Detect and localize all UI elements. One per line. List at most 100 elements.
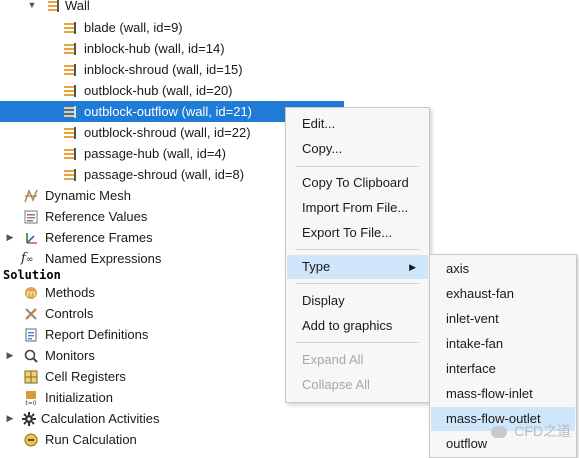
menu-item-display[interactable]: Display (287, 289, 428, 313)
submenu-item-axis[interactable]: axis (431, 257, 575, 281)
menu-item-label: Type (302, 259, 331, 274)
tree-item-label: Methods (45, 285, 95, 300)
menu-item-label: Copy... (302, 141, 343, 156)
tree-item-label: Report Definitions (45, 327, 149, 342)
run-calculation-icon (24, 433, 38, 447)
wall-boundary-icon (64, 127, 76, 139)
wall-boundary-icon (64, 22, 76, 34)
tree-item-label: passage-hub (wall, id=4) (84, 146, 226, 161)
wall-boundary-icon (64, 85, 76, 97)
menu-item-label: Display (302, 293, 345, 308)
menu-item-label: Edit... (302, 116, 336, 131)
tree-item-dynamic-mesh[interactable]: Dynamic Mesh (0, 185, 280, 206)
tree-item-label: Wall (65, 0, 90, 13)
tree-item-wall[interactable]: ▼ Wall (0, 0, 340, 16)
initialization-icon: t=0 (25, 391, 37, 406)
context-menu: Edit... Copy... Copy To Clipboard Import… (285, 107, 430, 403)
menu-item-label: interface (446, 361, 496, 376)
methods-icon: m (25, 287, 37, 300)
function-expression-icon: f∞ (21, 251, 34, 266)
menu-item-label: intake-fan (446, 336, 504, 351)
submenu-item-exhaust-fan[interactable]: exhaust-fan (431, 282, 575, 306)
menu-item-label: Import From File... (302, 200, 409, 215)
watermark-text: CFD之道 (514, 423, 571, 439)
tree-item-label: Cell Registers (45, 369, 126, 384)
tree-item-wall-zone[interactable]: inblock-hub (wall, id=14) (0, 38, 340, 59)
reference-frames-icon (26, 233, 37, 244)
cell-registers-icon (24, 370, 38, 384)
menu-item-expand-all[interactable]: Expand All (287, 348, 428, 372)
tree-item-wall-zone[interactable]: inblock-shroud (wall, id=15) (0, 59, 340, 80)
tree-item-label: blade (wall, id=9) (84, 20, 183, 35)
tree-item-methods[interactable]: m Methods (0, 282, 280, 303)
tree-item-label: Dynamic Mesh (45, 188, 131, 203)
controls-wrench-icon (25, 308, 37, 320)
tree-item-wall-zone[interactable]: outblock-hub (wall, id=20) (0, 80, 340, 101)
chevron-right-icon[interactable]: ▶ (5, 350, 15, 360)
menu-item-label: exhaust-fan (446, 286, 514, 301)
menu-item-export-to-file[interactable]: Export To File... (287, 221, 428, 245)
svg-text:m: m (27, 290, 36, 300)
reference-values-icon (24, 210, 38, 224)
menu-separator (296, 342, 419, 343)
tree-item-label: Calculation Activities (41, 411, 160, 426)
wall-boundary-icon (64, 148, 76, 160)
menu-item-copy-to-clipboard[interactable]: Copy To Clipboard (287, 171, 428, 195)
menu-separator (296, 249, 419, 250)
wechat-logo-icon (491, 426, 508, 439)
tree-item-label: inblock-hub (wall, id=14) (84, 41, 225, 56)
chevron-down-icon[interactable]: ▼ (27, 0, 37, 10)
tree-item-label: Monitors (45, 348, 95, 363)
tree-item-reference-values[interactable]: Reference Values (0, 206, 280, 227)
chevron-right-icon[interactable]: ▶ (5, 232, 15, 242)
tree-item-wall-zone[interactable]: blade (wall, id=9) (0, 17, 340, 38)
menu-separator (296, 283, 419, 284)
tree-item-report-definitions[interactable]: Report Definitions (0, 324, 280, 345)
submenu-item-interface[interactable]: interface (431, 357, 575, 381)
svg-text:t=0: t=0 (25, 400, 36, 406)
wall-boundary-icon (64, 64, 76, 76)
tree-item-label: outblock-shroud (wall, id=22) (84, 125, 251, 140)
tree-item-controls[interactable]: Controls (0, 303, 280, 324)
submenu-item-inlet-vent[interactable]: inlet-vent (431, 307, 575, 331)
submenu-arrow-icon: ▶ (409, 262, 416, 272)
menu-item-label: Collapse All (302, 377, 370, 392)
tree-item-label: Named Expressions (45, 251, 162, 266)
menu-separator (296, 166, 419, 167)
tree-item-reference-frames[interactable]: ▶ Reference Frames (0, 227, 280, 248)
menu-item-import-from-file[interactable]: Import From File... (287, 196, 428, 220)
menu-item-edit[interactable]: Edit... (287, 112, 428, 136)
tree-item-run-calculation[interactable]: Run Calculation (0, 429, 280, 450)
menu-item-label: outflow (446, 436, 488, 451)
menu-item-label: Copy To Clipboard (302, 175, 409, 190)
menu-item-label: mass-flow-inlet (446, 386, 533, 401)
tree-item-label: Run Calculation (45, 432, 137, 447)
menu-item-collapse-all[interactable]: Collapse All (287, 373, 428, 397)
menu-item-label: axis (446, 261, 470, 276)
tree-item-label: Initialization (45, 390, 113, 405)
menu-item-add-to-graphics[interactable]: Add to graphics (287, 314, 428, 338)
tree-item-initialization[interactable]: t=0 Initialization (0, 387, 280, 408)
tree-item-label: Controls (45, 306, 94, 321)
menu-item-label: Expand All (302, 352, 364, 367)
wall-boundary-icon (48, 0, 59, 12)
chevron-right-icon[interactable]: ▶ (5, 413, 15, 423)
tree-item-label: inblock-shroud (wall, id=15) (84, 62, 243, 77)
submenu-item-intake-fan[interactable]: intake-fan (431, 332, 575, 356)
submenu-item-mass-flow-inlet[interactable]: mass-flow-inlet (431, 382, 575, 406)
tree-item-calculation-activities[interactable]: ▶ Calculation Activities (0, 408, 280, 429)
tree-item-cell-registers[interactable]: Cell Registers (0, 366, 280, 387)
wall-boundary-icon (64, 106, 76, 118)
report-definitions-icon (25, 328, 37, 342)
wall-boundary-icon (64, 43, 76, 55)
tree-item-label: Reference Values (45, 209, 148, 224)
menu-item-copy[interactable]: Copy... (287, 137, 428, 161)
monitors-magnifier-icon (24, 349, 38, 363)
gear-icon (22, 412, 36, 426)
menu-item-label: inlet-vent (446, 311, 499, 326)
menu-item-type[interactable]: Type ▶ (287, 255, 428, 279)
tree-item-monitors[interactable]: ▶ Monitors (0, 345, 280, 366)
menu-item-label: Add to graphics (302, 318, 393, 333)
tree-item-label: Reference Frames (45, 230, 153, 245)
dynamic-mesh-icon (24, 188, 38, 203)
